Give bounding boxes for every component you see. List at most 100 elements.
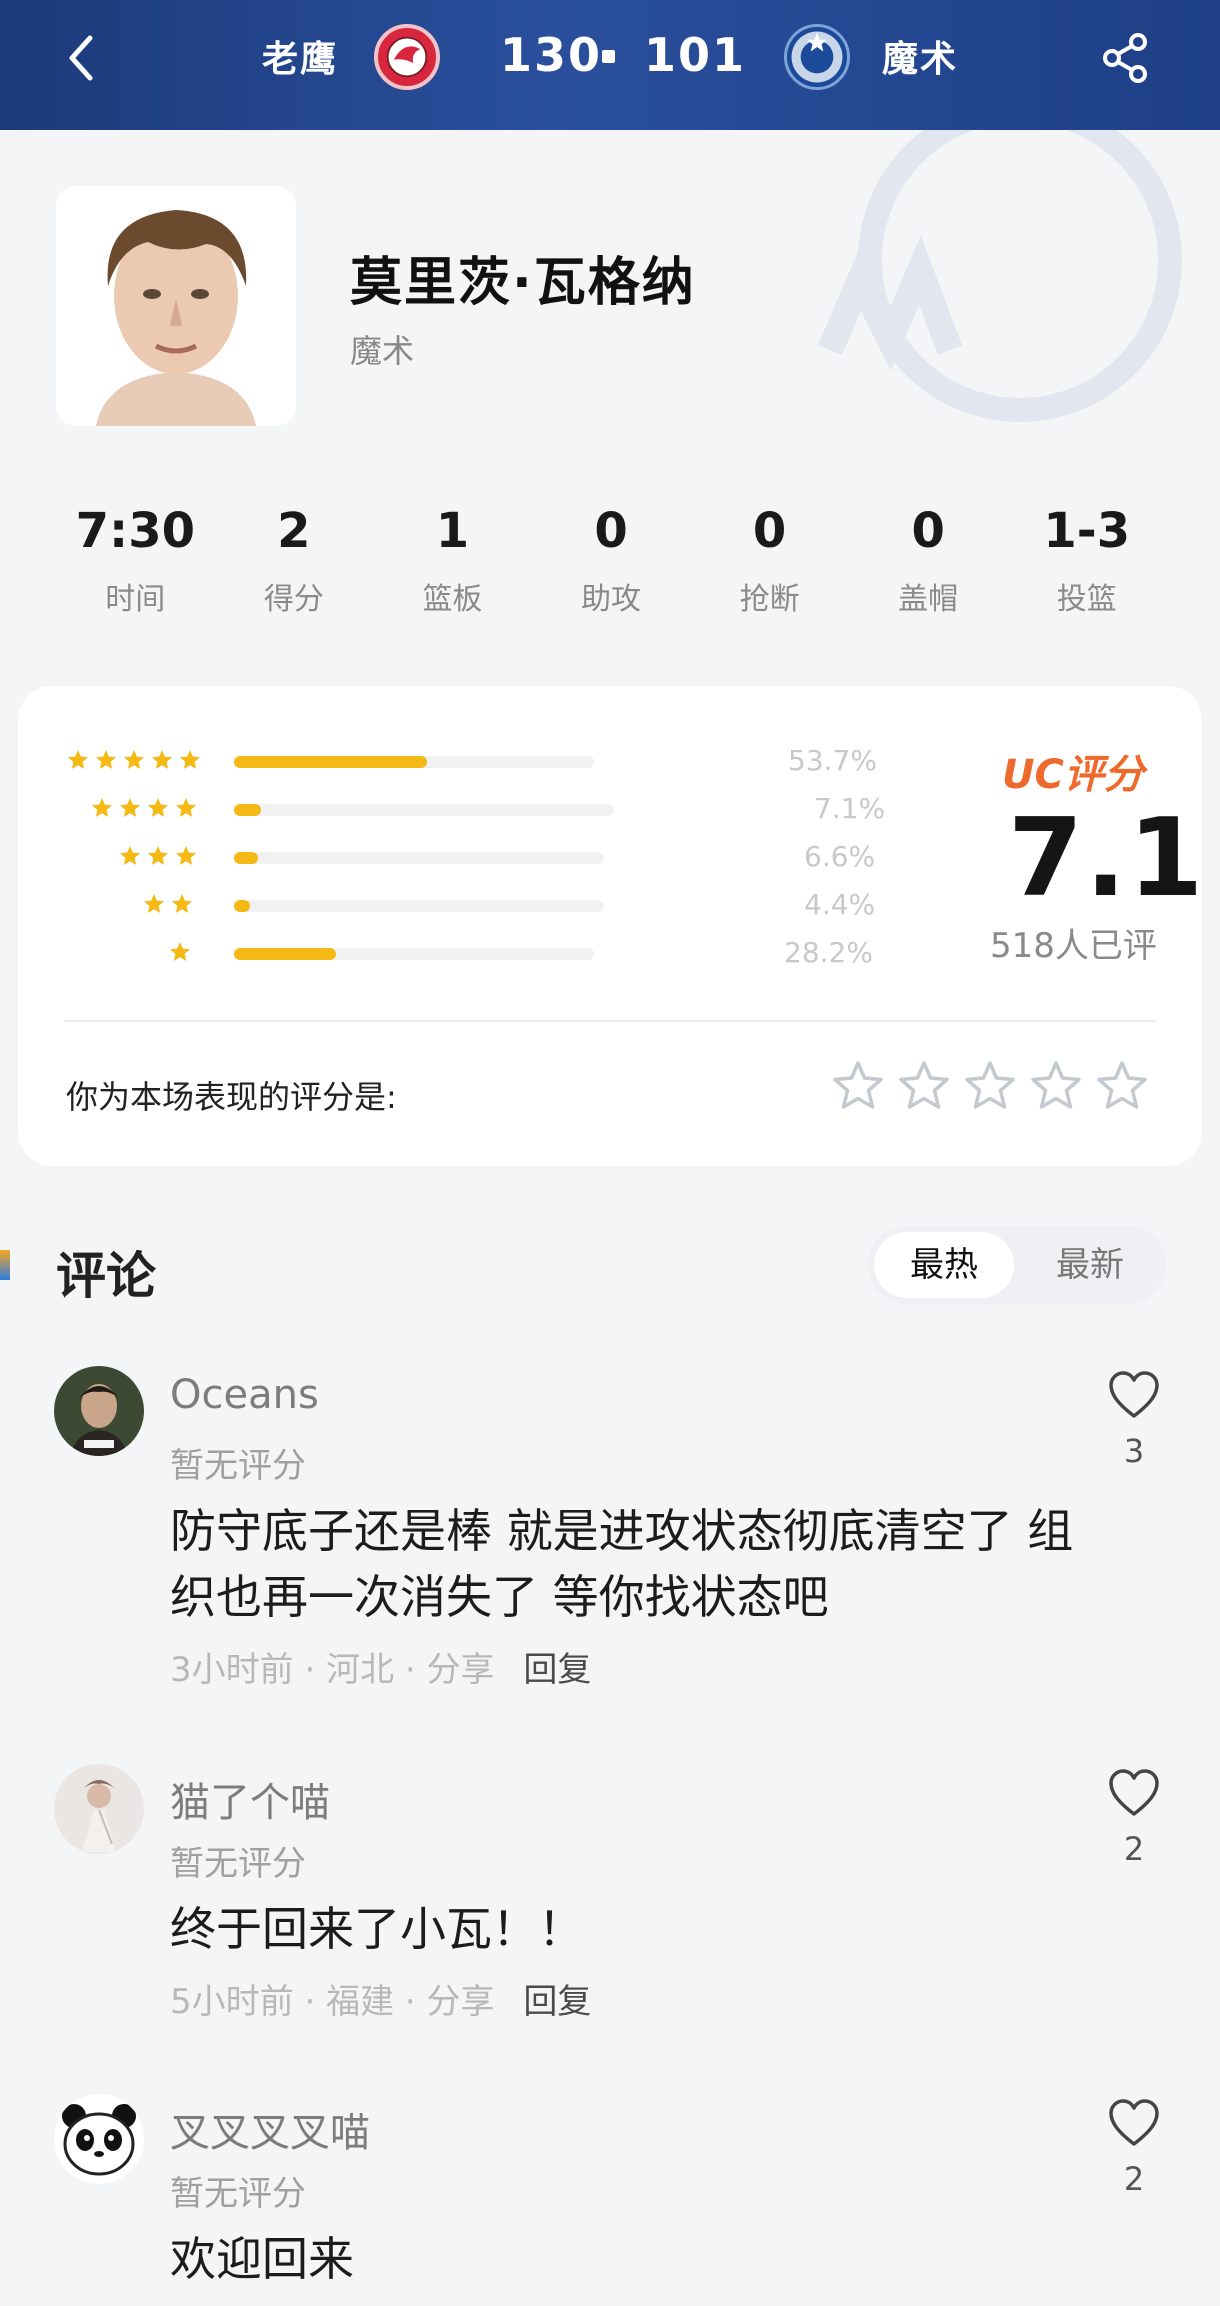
star-icon <box>146 844 170 868</box>
comment-username[interactable]: 叉叉叉叉喵 <box>170 2100 370 2158</box>
magic-logo-icon[interactable] <box>784 24 850 90</box>
stat-points: 2 得分 <box>215 500 374 630</box>
uc-rating-label: UC评分 <box>1002 752 1144 798</box>
stat-label: 投篮 <box>1056 582 1117 617</box>
sort-new-tab[interactable]: 最新 <box>1020 1232 1160 1298</box>
rating-pct: 28.2% <box>784 936 873 969</box>
stat-value: 7:30 <box>75 503 195 559</box>
stat-value: 0 <box>752 503 787 559</box>
rate-star-3-icon[interactable] <box>962 1058 1018 1114</box>
like-count: 3 <box>1123 1432 1145 1470</box>
comment-text: 欢迎回来 <box>170 2232 354 2286</box>
stars-3-icon <box>118 844 198 872</box>
comments-header: 评论 最热 最新 <box>0 1210 1220 1320</box>
rating-count: 518人已评 <box>990 926 1157 966</box>
comment-username[interactable]: 猫了个喵 <box>170 1770 330 1828</box>
rating-bar <box>234 804 614 816</box>
comment-meta: 3小时前 · 河北 · 分享 回复 <box>170 1650 592 1690</box>
score-separator <box>602 50 615 63</box>
stat-label: 抢断 <box>739 582 800 617</box>
rating-bar-fill <box>234 900 251 912</box>
stat-label: 助攻 <box>581 582 642 617</box>
like-count: 2 <box>1123 1830 1145 1868</box>
star-icon <box>122 748 146 772</box>
comment-item: Oceans 暂无评分 防守底子还是棒 就是进攻状态彻底清空了 组织也再一次消失… <box>0 1366 1220 1690</box>
sort-hot-tab[interactable]: 最热 <box>874 1232 1014 1298</box>
stat-label: 篮板 <box>422 582 483 617</box>
like-button[interactable]: 3 <box>1106 1370 1162 1470</box>
stat-value: 1 <box>435 503 470 559</box>
rating-row-1: 28.2% <box>66 934 886 974</box>
comment-rating: 暂无评分 <box>170 2174 306 2214</box>
player-team: 魔术 <box>350 332 415 370</box>
stat-blocks: 0 盖帽 <box>849 500 1008 630</box>
rating-card: 53.7% 7.1% 6.6% 4.4% 28.2% UC评分 7.1 518人… <box>18 686 1203 1166</box>
heart-icon <box>1109 1371 1159 1418</box>
star-icon <box>178 748 202 772</box>
comment-time: 3小时前 <box>170 1650 294 1690</box>
rating-row-5: 53.7% <box>66 742 886 782</box>
home-score: 130 <box>500 28 603 82</box>
page: 老鹰 130 101 魔术 莫里茨·瓦格纳 魔术 7:30 时间 2 得分 1 … <box>0 0 1220 2306</box>
stat-label: 得分 <box>263 582 324 617</box>
share-button[interactable] <box>1098 30 1154 86</box>
rating-bar-fill <box>234 756 428 768</box>
comment-item: 叉叉叉叉喵 暂无评分 欢迎回来 2 <box>0 2094 1220 2306</box>
like-button[interactable]: 2 <box>1106 1768 1162 1868</box>
comment-username[interactable]: Oceans <box>170 1372 319 1418</box>
home-team-name[interactable]: 老鹰 <box>262 30 338 82</box>
rate-prompt: 你为本场表现的评分是: <box>66 1078 397 1116</box>
stat-value: 1-3 <box>1043 503 1131 559</box>
rate-star-5-icon[interactable] <box>1094 1058 1150 1114</box>
stat-label: 盖帽 <box>898 582 959 617</box>
rating-row-2: 4.4% <box>66 886 886 926</box>
away-team-name[interactable]: 魔术 <box>882 30 958 82</box>
rate-star-1-icon[interactable] <box>830 1058 886 1114</box>
stat-assists: 0 助攻 <box>532 500 691 630</box>
avatar[interactable] <box>54 1764 144 1854</box>
star-icon <box>142 892 166 916</box>
away-score: 101 <box>644 28 747 82</box>
stat-fg: 1-3 投篮 <box>1007 500 1166 630</box>
team-watermark-icon <box>818 130 1182 422</box>
star-icon <box>150 748 174 772</box>
match-header: 老鹰 130 101 魔术 <box>0 0 1220 130</box>
share-icon <box>1103 33 1147 83</box>
back-button[interactable] <box>56 30 106 86</box>
player-name: 莫里茨·瓦格纳 <box>350 253 696 313</box>
hawks-logo-icon[interactable] <box>374 24 440 90</box>
stars-2-icon <box>142 892 194 920</box>
stat-steals: 0 抢断 <box>690 500 849 630</box>
rating-row-4: 7.1% <box>66 790 886 830</box>
comment-location: 河北 <box>326 1650 395 1690</box>
stat-value: 0 <box>594 503 628 559</box>
comment-reply-link[interactable]: 回复 <box>523 1982 591 2022</box>
like-count: 2 <box>1123 2160 1145 2198</box>
stats-row: 7:30 时间 2 得分 1 篮板 0 助攻 0 抢断 0 盖帽 1-3 投篮 <box>56 500 1166 630</box>
comment-time: 5小时前 <box>170 1982 294 2022</box>
comment-share-link[interactable]: 分享 <box>427 1982 495 2022</box>
avatar[interactable] <box>54 2094 144 2184</box>
comment-item: 猫了个喵 暂无评分 终于回来了小瓦！！ 5小时前 · 福建 · 分享 回复 2 <box>0 1764 1220 2022</box>
rating-pct: 7.1% <box>814 792 886 825</box>
rating-pct: 6.6% <box>804 840 876 873</box>
rate-star-4-icon[interactable] <box>1028 1058 1084 1114</box>
rate-star-2-icon[interactable] <box>896 1058 952 1114</box>
section-accent <box>0 1250 10 1280</box>
heart-icon <box>1109 1769 1159 1816</box>
comment-share-link[interactable]: 分享 <box>427 1650 495 1690</box>
comment-text: 防守底子还是棒 就是进攻状态彻底清空了 组织也再一次消失了 等你找状态吧 <box>170 1504 1074 1624</box>
comment-meta: 5小时前 · 福建 · 分享 回复 <box>170 1982 592 2022</box>
rating-bar-fill <box>234 852 259 864</box>
comment-rating: 暂无评分 <box>170 1446 306 1486</box>
rating-pct: 53.7% <box>788 744 877 777</box>
stars-1-icon <box>168 940 192 968</box>
rating-row-3: 6.6% <box>66 838 886 878</box>
star-icon <box>170 892 194 916</box>
comment-reply-link[interactable]: 回复 <box>523 1650 591 1690</box>
comment-text: 终于回来了小瓦！！ <box>170 1902 584 1956</box>
stars-5-icon <box>66 748 202 776</box>
like-button[interactable]: 2 <box>1106 2098 1162 2198</box>
avatar[interactable] <box>54 1366 144 1456</box>
rating-bar <box>234 756 594 768</box>
